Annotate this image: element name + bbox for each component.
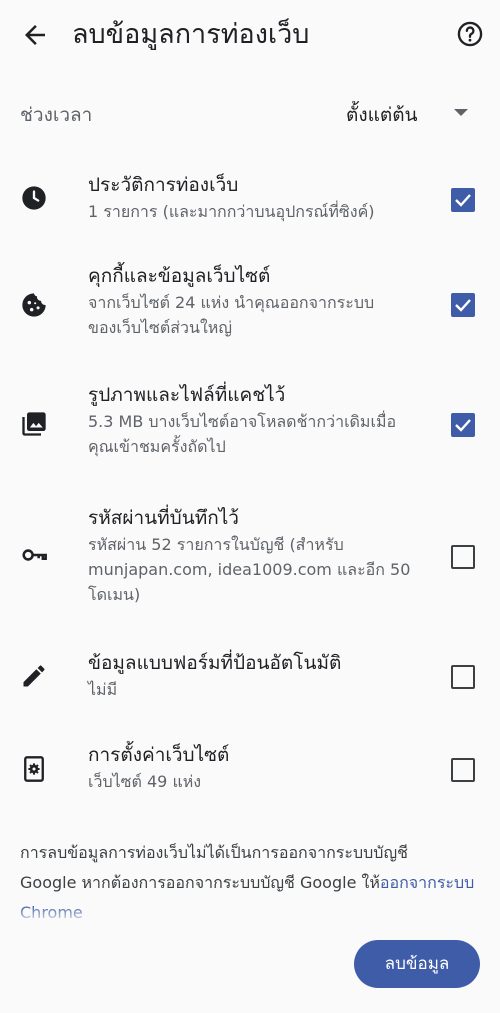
option-subtitle: 1 รายการ (และมากกว่าบนอุปกรณ์ที่ซิงค์) [88,202,375,221]
option-browsing-history[interactable]: ประวัติการท่องเว็บ 1 รายการ (และมากกว่าบ… [0,172,500,232]
option-subtitle: ไม่มี [88,680,118,699]
option-title: ประวัติการท่องเว็บ [88,174,239,196]
option-title: รูปภาพและไฟล์ที่แคชไว้ [88,384,286,406]
checkbox-site-settings[interactable] [451,758,475,782]
time-range-dropdown[interactable]: ช่วงเวลา ตั้งแต่ต้น [0,90,500,138]
option-text: ข้อมูลแบบฟอร์มที่ป้อนอัตโนมัติ ไม่มี [88,650,418,702]
clock-icon [20,184,48,212]
option-cached-images[interactable]: รูปภาพและไฟล์ที่แคชไว้ 5.3 MB บางเว็บไซต… [0,382,500,467]
site-settings-icon [20,755,48,783]
option-text: คุกกี้และข้อมูลเว็บไซต์ จากเว็บไซต์ 24 แ… [88,263,418,340]
back-arrow-icon[interactable] [20,20,50,50]
option-title: รหัสผ่านที่บันทึกไว้ [88,507,239,529]
option-text: ประวัติการท่องเว็บ 1 รายการ (และมากกว่าบ… [88,172,418,224]
help-icon[interactable] [456,20,484,48]
app-bar: ลบข้อมูลการท่องเว็บ [0,0,500,70]
option-text: การตั้งค่าเว็บไซต์ เว็บไซต์ 49 แห่ง [88,742,418,794]
cookie-icon [20,291,48,319]
option-saved-passwords[interactable]: รหัสผ่านที่บันทึกไว้ รหัสผ่าน 52 รายการใ… [0,505,500,610]
time-range-value[interactable]: ตั้งแต่ต้น [346,100,418,130]
footer-text-line2: Google หากต้องการออกจากระบบบัญชี Google … [20,873,380,892]
key-icon [20,541,48,569]
dropdown-caret-icon[interactable] [454,109,468,116]
checkbox-cached-images[interactable] [451,413,475,437]
scroll-fade [0,905,500,925]
option-subtitle: 5.3 MB บางเว็บไซต์อาจโหลดช้ากว่าเดิมเมื่… [88,412,397,456]
option-autofill-form-data[interactable]: ข้อมูลแบบฟอร์มที่ป้อนอัตโนมัติ ไม่มี [0,650,500,705]
image-icon [20,410,48,438]
checkbox-saved-passwords[interactable] [451,545,475,569]
option-subtitle: รหัสผ่าน 52 รายการในบัญชี (สำหรับ munjap… [88,535,411,604]
option-title: ข้อมูลแบบฟอร์มที่ป้อนอัตโนมัติ [88,652,342,674]
checkbox-browsing-history[interactable] [451,188,475,212]
option-title: การตั้งค่าเว็บไซต์ [88,744,230,766]
footer-text-line1: การลบข้อมูลการท่องเว็บไม่ได้เป็นการออกจา… [20,843,408,862]
checkbox-cookies[interactable] [451,293,475,317]
option-subtitle: จากเว็บไซต์ 24 แห่ง นำคุณออกจากระบบ ของเ… [88,293,375,337]
option-title: คุกกี้และข้อมูลเว็บไซต์ [88,265,271,287]
page-title: ลบข้อมูลการท่องเว็บ [72,19,310,50]
option-text: รูปภาพและไฟล์ที่แคชไว้ 5.3 MB บางเว็บไซต… [88,382,418,459]
time-range-label: ช่วงเวลา [20,104,93,126]
option-subtitle: เว็บไซต์ 49 แห่ง [88,772,202,791]
option-cookies[interactable]: คุกกี้และข้อมูลเว็บไซต์ จากเว็บไซต์ 24 แ… [0,263,500,348]
clear-data-button[interactable]: ลบข้อมูล [354,940,480,988]
option-site-settings[interactable]: การตั้งค่าเว็บไซต์ เว็บไซต์ 49 แห่ง [0,742,500,797]
pencil-icon [20,662,48,690]
option-text: รหัสผ่านที่บันทึกไว้ รหัสผ่าน 52 รายการใ… [88,505,418,607]
checkbox-autofill-form-data[interactable] [451,665,475,689]
